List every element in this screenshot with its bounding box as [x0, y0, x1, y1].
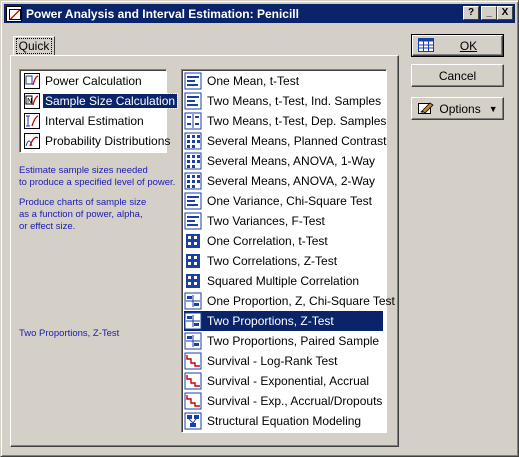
description-line: as a function of power, alpha,: [19, 209, 143, 220]
test-item[interactable]: Several Means, ANOVA, 1-Way: [184, 151, 383, 171]
description-line: or effect size.: [19, 221, 76, 232]
survival-icon: [184, 372, 202, 390]
test-item[interactable]: One Variance, Chi-Square Test: [184, 191, 383, 211]
correlation-icon: [184, 272, 202, 290]
mode-label: Interval Estimation: [45, 113, 144, 128]
test-item-label: Survival - Exponential, Accrual: [207, 374, 370, 388]
test-item[interactable]: Structural Equation Modeling: [184, 411, 383, 431]
test-item[interactable]: One Proportion, Z, Chi-Square Test: [184, 291, 395, 311]
test-item-label: One Mean, t-Test: [207, 74, 300, 88]
cancel-button[interactable]: Cancel: [411, 64, 504, 87]
test-item[interactable]: Several Means, Planned Contrast: [184, 131, 387, 151]
test-item-label: Several Means, ANOVA, 1-Way: [207, 154, 376, 168]
test-item[interactable]: Survival - Log-Rank Test: [184, 351, 383, 371]
app-icon: [6, 5, 22, 22]
probability-distributions-icon: [24, 132, 40, 149]
test-item[interactable]: Survival - Exponential, Accrual: [184, 371, 383, 391]
tab-quick-label: Quick: [15, 38, 53, 54]
bars-icon: [184, 192, 202, 210]
test-item[interactable]: Survival - Exp., Accrual/Dropouts: [184, 391, 383, 411]
minimize-button[interactable]: _: [481, 6, 497, 20]
close-button[interactable]: X: [497, 6, 513, 20]
grid-icon: [184, 152, 202, 170]
test-item[interactable]: One Correlation, t-Test: [184, 231, 383, 251]
mode-description: Estimate sample sizes needed to produce …: [19, 165, 175, 233]
test-item-label: Two Proportions, Z-Test: [207, 314, 334, 328]
test-item-label: One Variance, Chi-Square Test: [207, 194, 372, 208]
test-item-label: Survival - Exp., Accrual/Dropouts: [207, 394, 383, 408]
correlation-icon: [184, 252, 202, 270]
test-item[interactable]: Squared Multiple Correlation: [184, 271, 383, 291]
correlation-icon: [184, 232, 202, 250]
title-bar[interactable]: Power Analysis and Interval Estimation: …: [4, 4, 515, 23]
proportion-icon: [184, 312, 202, 330]
options-button[interactable]: Options ▼: [411, 97, 504, 120]
test-item-label: Structural Equation Modeling: [207, 414, 362, 428]
svg-text:N: N: [27, 97, 32, 105]
proportion-icon: [184, 332, 202, 350]
cancel-label: Cancel: [438, 68, 477, 83]
test-item-label: Survival - Log-Rank Test: [207, 354, 338, 368]
test-item-label: Several Means, Planned Contrast: [207, 134, 387, 148]
test-item[interactable]: Two Means, t-Test, Ind. Samples: [184, 91, 383, 111]
ok-label: OK: [459, 38, 478, 53]
test-item-label: Two Proportions, Paired Sample: [207, 334, 380, 348]
mode-interval-estimation[interactable]: Interval Estimation: [22, 111, 164, 130]
test-item[interactable]: Two Correlations, Z-Test: [184, 251, 383, 271]
grid-icon: [184, 132, 202, 150]
test-item[interactable]: One Mean, t-Test: [184, 71, 383, 91]
sample-size-icon: N: [24, 92, 40, 109]
mode-power-calculation[interactable]: Power Calculation: [22, 71, 164, 90]
test-item[interactable]: Two Means, t-Test, Dep. Samples: [184, 111, 387, 131]
description-line: Produce charts of sample size: [19, 197, 147, 208]
test-item-label: Two Means, t-Test, Ind. Samples: [207, 94, 382, 108]
mode-label: Probability Distributions: [45, 133, 171, 148]
interval-estimation-icon: [24, 112, 40, 129]
grid-icon: [184, 172, 202, 190]
ok-button[interactable]: OK: [411, 34, 504, 57]
mode-sample-size-calculation[interactable]: N Sample Size Calculation: [22, 91, 179, 110]
description-line: Estimate sample sizes needed: [19, 165, 148, 176]
survival-icon: [184, 352, 202, 370]
power-calculation-icon: [24, 72, 40, 89]
dropdown-arrow-icon: ▼: [488, 103, 498, 114]
tab-quick[interactable]: Quick: [13, 36, 55, 56]
dialog-window: Power Analysis and Interval Estimation: …: [0, 0, 519, 457]
survival-icon: [184, 392, 202, 410]
spreadsheet-icon: [418, 38, 434, 52]
test-item-label: One Proportion, Z, Chi-Square Test: [207, 294, 395, 308]
test-item-label: Squared Multiple Correlation: [207, 274, 360, 288]
selected-test-caption: Two Proportions, Z-Test: [19, 328, 120, 339]
test-type-list: One Mean, t-Test Two Means, t-Test, Ind.…: [181, 69, 395, 433]
bars-icon: [184, 92, 202, 110]
test-item[interactable]: Two Proportions, Z-Test: [183, 310, 384, 332]
test-item-label: One Correlation, t-Test: [207, 234, 328, 248]
mode-probability-distributions[interactable]: Probability Distributions: [22, 131, 170, 150]
test-item-label: Two Means, t-Test, Dep. Samples: [207, 114, 387, 128]
test-item-label: Several Means, ANOVA, 2-Way: [207, 174, 376, 188]
mode-label: Power Calculation: [45, 73, 142, 88]
sem-icon: [184, 412, 202, 430]
test-item-label: Two Variances, F-Test: [207, 214, 325, 228]
analysis-mode-list: Power Calculation N Sample Size Calculat…: [19, 69, 179, 153]
options-label: Options: [439, 101, 481, 116]
test-item[interactable]: Two Proportions, Paired Sample: [184, 331, 383, 351]
mode-label: Sample Size Calculation: [41, 92, 179, 109]
test-item-label: Two Correlations, Z-Test: [207, 254, 338, 268]
bars-icon: [184, 72, 202, 90]
test-item[interactable]: Several Means, ANOVA, 2-Way: [184, 171, 383, 191]
options-icon: [418, 102, 434, 114]
title-bar-controls: ? _ X: [463, 6, 513, 20]
bars-icon: [184, 212, 202, 230]
proportion-icon: [184, 292, 202, 310]
window-title: Power Analysis and Interval Estimation: …: [26, 6, 299, 21]
description-line: to produce a specified level of power.: [19, 177, 176, 188]
test-item[interactable]: Two Variances, F-Test: [184, 211, 383, 231]
paired-icon: [184, 112, 202, 130]
help-button[interactable]: ?: [463, 6, 479, 20]
